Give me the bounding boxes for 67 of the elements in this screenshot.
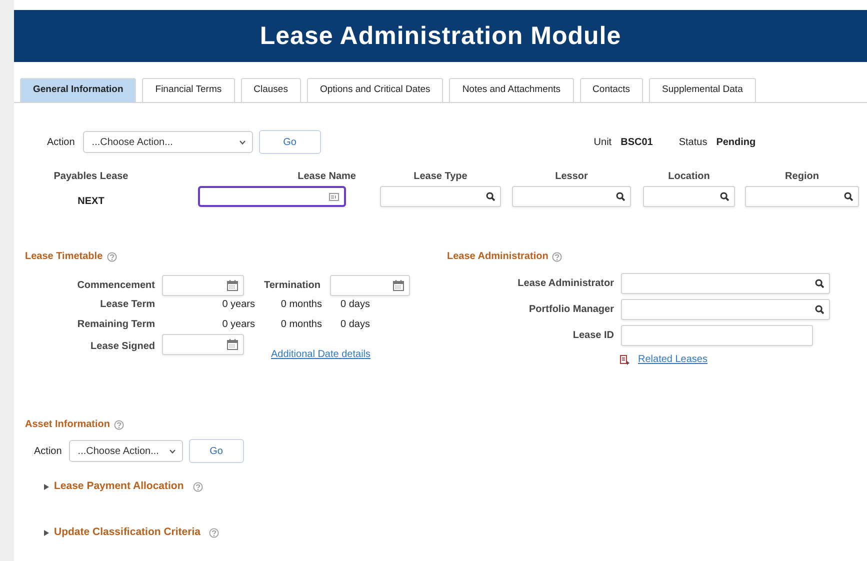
action-label: Action [47,136,75,150]
info-label: Unit [594,136,612,150]
chevron-icon [168,448,176,454]
triangle-icon[interactable] [44,530,49,536]
go-button[interactable]: Go [258,130,321,154]
related-leases-link[interactable]: Related Leases [638,352,708,367]
field-label: Commencement [76,279,155,293]
help-icon [552,252,562,262]
tab[interactable]: Clauses [240,78,301,102]
info-label: Status [678,136,708,150]
section-title: Lease Administration [447,250,548,264]
action-label: Action [34,444,62,458]
help-icon [209,528,220,538]
term-value: 0 months [280,299,322,310]
section-title: Lease Timetable [25,250,103,264]
tab[interactable]: Supplemental Data [649,78,756,102]
field-label: Lease Term [99,298,155,312]
field-value: NEXT [76,195,106,209]
term-value: 0 days [340,299,370,310]
section-title: Asset Information [25,418,110,432]
term-value: 0 days [340,319,370,330]
field-label: Lease Type [412,170,468,184]
term-value: 0 years [222,299,255,310]
field-label: Termination [264,279,322,293]
field-label: Remaining Term [76,318,155,332]
go-button[interactable]: Go [188,439,244,463]
search-icon[interactable] [844,192,853,201]
term-value: 0 years [222,319,255,330]
tab[interactable]: Notes and Attachments [449,78,574,102]
document-icon [620,354,630,364]
field-label: Portfolio Manager [528,303,614,317]
collapsible-title[interactable]: Update Classification Criteria [54,524,200,540]
help-icon [114,420,124,430]
field-label: Lease ID [572,329,614,343]
search-icon[interactable] [815,279,824,288]
info-value: BSC01 [620,136,653,150]
input-field[interactable] [198,186,346,207]
page-title: Lease Administration Module [260,21,622,51]
action-select[interactable]: ...Choose Action... [68,440,183,462]
field-label: Location [667,170,711,184]
field-label: Lease Name [296,170,356,184]
field-label: Payables Lease [52,170,130,184]
chevron-icon [238,140,246,144]
info-value: Pending [716,136,756,150]
field-label: Lease Administrator [516,277,614,291]
field-label: Region [784,170,820,184]
search-icon[interactable] [486,192,495,201]
search-icon[interactable] [815,305,824,314]
field-label: Lessor [554,170,589,184]
tab[interactable]: Contacts [580,78,644,102]
term-value: 0 months [280,319,322,330]
search-icon[interactable] [616,192,625,201]
field-label: Lease Signed [90,340,155,354]
action-select[interactable]: ...Choose Action... [82,131,253,153]
tab[interactable]: Financial Terms [142,78,235,102]
date-details-link[interactable]: Additional Date details [271,347,371,362]
calendar-icon[interactable] [393,280,404,291]
triangle-icon[interactable] [44,484,49,490]
card-icon [329,192,339,200]
tab[interactable]: Options and Critical Dates [306,78,444,102]
collapsible-title[interactable]: Lease Payment Allocation [54,479,184,495]
search-icon[interactable] [720,192,729,201]
tab[interactable]: General Information [20,78,136,102]
calendar-icon[interactable] [227,339,238,350]
help-icon [106,252,117,262]
help-icon [192,482,203,492]
calendar-icon[interactable] [227,280,238,291]
